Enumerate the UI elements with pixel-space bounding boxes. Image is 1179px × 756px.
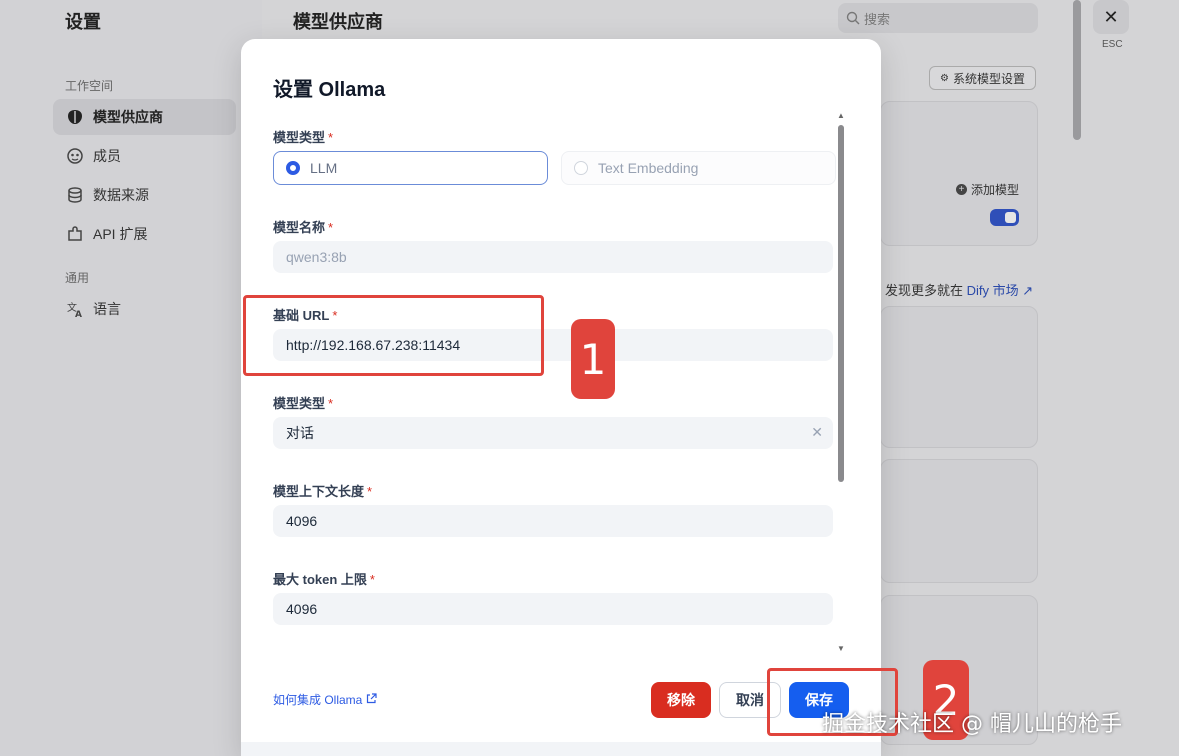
model-type-option-text-embedding[interactable]: Text Embedding — [561, 151, 836, 185]
brain-icon — [65, 107, 85, 127]
market-card — [880, 459, 1038, 583]
option-label: Text Embedding — [598, 160, 699, 176]
clear-icon[interactable]: ✕ — [811, 424, 823, 441]
scroll-up-icon[interactable]: ▲ — [837, 111, 845, 120]
close-settings-button[interactable]: ✕ — [1093, 0, 1129, 34]
sidebar-group-general: 通用 — [65, 271, 90, 285]
scroll-down-icon[interactable]: ▼ — [837, 644, 845, 653]
market-prefix: 发现更多就在 — [885, 283, 964, 298]
sidebar-title: 设置 — [65, 12, 101, 32]
model-type-option-llm[interactable]: LLM — [273, 151, 548, 185]
remove-button[interactable]: 移除 — [651, 682, 711, 718]
ollama-settings-modal: 设置 Ollama ▲ ▼ 模型类型 * LLM Text Embedding 模… — [241, 39, 881, 756]
settings-sliders-icon: ⚙ — [940, 72, 949, 84]
search-icon — [846, 11, 860, 25]
puzzle-icon — [65, 224, 85, 244]
sidebar-item-label: 数据来源 — [93, 187, 149, 203]
external-link-icon — [366, 692, 377, 707]
model-name-label: 模型名称 * — [273, 220, 334, 235]
close-icon: ✕ — [1103, 6, 1119, 27]
search-input[interactable]: 搜索 — [838, 3, 1038, 33]
esc-label: ESC — [1102, 39, 1123, 50]
marketplace-link[interactable]: 发现更多就在 Dify 市场 ↗ — [885, 280, 1033, 299]
model-name-input[interactable]: qwen3:8b — [273, 241, 833, 273]
sidebar-item-data-source[interactable]: 数据来源 — [53, 177, 236, 213]
annotation-box-1 — [243, 295, 544, 376]
sidebar-item-members[interactable]: 成员 — [53, 138, 236, 174]
model-type-label: 模型类型 * — [273, 130, 334, 145]
annotation-badge-1: 1 — [571, 319, 615, 399]
provider-toggle[interactable] — [990, 209, 1019, 226]
ollama-help-link[interactable]: 如何集成 Ollama — [273, 691, 377, 708]
market-card — [880, 306, 1038, 448]
sidebar-item-label: API 扩展 — [93, 226, 148, 242]
modal-footer-strip — [241, 742, 881, 756]
system-model-settings-label: 系统模型设置 — [952, 71, 1025, 86]
mode-label: 模型类型 * — [273, 396, 334, 411]
system-model-settings-button[interactable]: ⚙ 系统模型设置 — [929, 66, 1036, 90]
sidebar-item-api-extension[interactable]: API 扩展 — [53, 216, 236, 252]
page-scrollbar[interactable] — [1073, 0, 1081, 140]
svg-text:A: A — [75, 310, 82, 318]
mode-select-value: 对话 — [286, 425, 314, 441]
database-icon — [65, 185, 85, 205]
page-title: 模型供应商 — [293, 12, 383, 32]
modal-scrollbar[interactable] — [838, 125, 844, 482]
market-link-text: Dify 市场 — [966, 283, 1019, 298]
sidebar-item-label: 模型供应商 — [93, 109, 163, 125]
sidebar-item-label: 语言 — [93, 301, 121, 317]
settings-sidebar: 设置 工作空间 模型供应商 成员 数据来源 API 扩展 通用 文A 语言 — [0, 0, 262, 756]
translate-icon: 文A — [65, 299, 85, 319]
sidebar-item-label: 成员 — [93, 148, 121, 164]
add-model-label: 添加模型 — [971, 183, 1020, 197]
mode-select[interactable]: 对话 ✕ — [273, 417, 833, 449]
sidebar-group-workspace: 工作空间 — [65, 79, 114, 93]
radio-selected-icon — [286, 161, 300, 175]
max-token-label: 最大 token 上限 * — [273, 572, 375, 587]
help-link-label: 如何集成 Ollama — [273, 693, 363, 707]
option-label: LLM — [310, 160, 338, 176]
radio-unselected-icon — [574, 161, 588, 175]
members-icon — [65, 146, 85, 166]
plus-circle-icon: + — [956, 184, 967, 195]
max-token-input[interactable]: 4096 — [273, 593, 833, 625]
watermark: 掘金技术社区 @ 帽儿山的枪手 — [822, 712, 1122, 737]
sidebar-item-language[interactable]: 文A 语言 — [53, 291, 236, 327]
context-length-input[interactable]: 4096 — [273, 505, 833, 537]
search-placeholder: 搜索 — [864, 11, 891, 27]
modal-title: 设置 Ollama — [273, 79, 386, 101]
external-arrow-icon: ↗ — [1022, 283, 1034, 298]
context-length-label: 模型上下文长度 * — [273, 484, 373, 499]
add-model-button[interactable]: + 添加模型 — [956, 181, 1019, 198]
sidebar-item-model-provider[interactable]: 模型供应商 — [53, 99, 236, 135]
